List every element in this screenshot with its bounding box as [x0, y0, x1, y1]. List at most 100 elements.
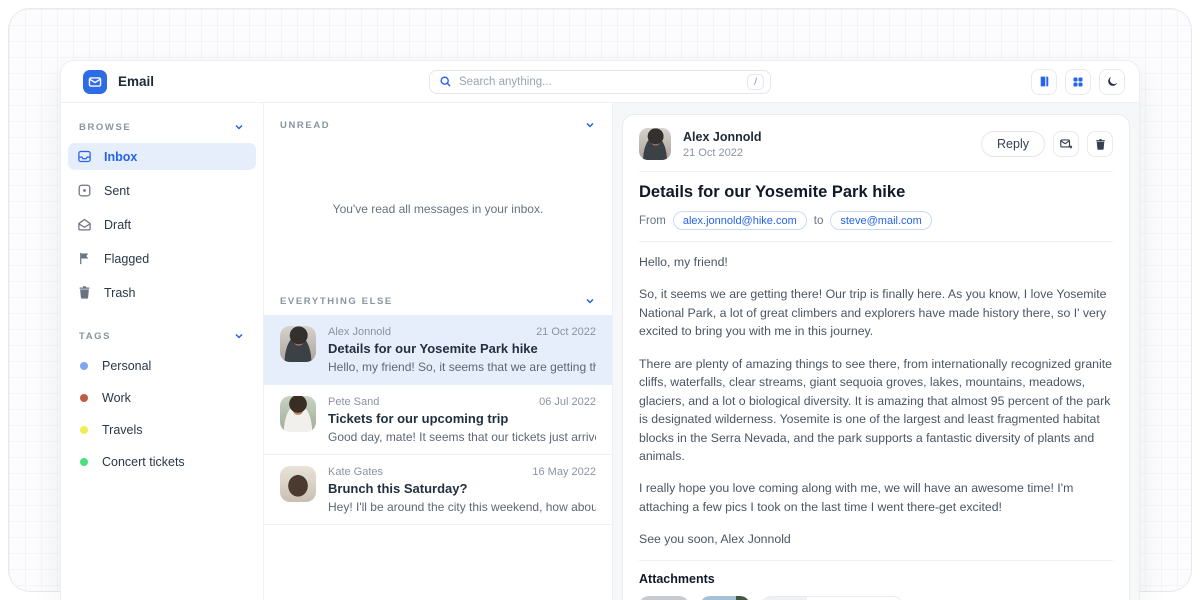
tag-label: Travels: [102, 423, 143, 437]
sidebar-item-trash[interactable]: Trash: [68, 279, 256, 306]
avatar: [280, 466, 316, 502]
unread-empty-text: You've read all messages in your inbox.: [333, 202, 544, 216]
to-label: to: [814, 215, 824, 227]
email-item-body: Pete Sand 06 Jul 2022 Tickets for our up…: [328, 396, 596, 444]
detail-date: 21 Oct 2022: [683, 147, 761, 159]
email-app-window: Email Search anything... /: [60, 60, 1140, 600]
search-input[interactable]: Search anything... /: [429, 70, 771, 94]
email-preview: Hello, my friend! So, it seems that we a…: [328, 360, 596, 374]
forward-button[interactable]: [1053, 131, 1079, 157]
app-header: Email Search anything... /: [61, 61, 1139, 103]
app-logo: [83, 70, 107, 94]
email-subject: Tickets for our upcoming trip: [328, 411, 596, 426]
email-preview: Hey! I'll be around the city this weeken…: [328, 500, 596, 514]
tag-color-dot: [80, 426, 88, 434]
apps-grid-icon: [1072, 76, 1084, 88]
tag-item-work[interactable]: Work: [77, 384, 247, 411]
email-date: 21 Oct 2022: [536, 326, 596, 338]
to-email-chip[interactable]: steve@mail.com: [830, 211, 931, 230]
unread-label: UNREAD: [280, 120, 330, 131]
notebook-button[interactable]: [1031, 69, 1057, 95]
tag-item-personal[interactable]: Personal: [77, 352, 247, 379]
tag-label: Work: [102, 391, 131, 405]
tag-color-dot: [80, 362, 88, 370]
body-paragraph: I really hope you love coming along with…: [639, 479, 1113, 516]
from-to-row: From alex.jonnold@hike.com to steve@mail…: [639, 211, 1113, 230]
sidebar-item-sent[interactable]: Sent: [68, 177, 256, 204]
trash-icon: [1094, 138, 1107, 151]
avatar: [280, 396, 316, 432]
email-sender: Pete Sand: [328, 396, 379, 408]
unread-empty-state: You've read all messages in your inbox.: [264, 139, 612, 279]
inbox-icon: [77, 149, 92, 164]
app-main: BROWSE Inbox Sent: [61, 103, 1139, 600]
message-list-column: UNREAD You've read all messages in your …: [263, 103, 613, 600]
tags-label: TAGS: [79, 331, 111, 342]
email-date: 06 Jul 2022: [539, 396, 596, 408]
email-preview: Good day, mate! It seems that our ticket…: [328, 430, 596, 444]
email-item-body: Kate Gates 16 May 2022 Brunch this Satur…: [328, 466, 596, 514]
attachments-label: Attachments: [639, 572, 1113, 586]
from-email-chip[interactable]: alex.jonnold@hike.com: [673, 211, 807, 230]
tags-section-header: TAGS: [79, 330, 245, 342]
divider: [639, 241, 1113, 242]
email-list-item[interactable]: Kate Gates 16 May 2022 Brunch this Satur…: [264, 455, 612, 525]
dark-mode-button[interactable]: [1099, 69, 1125, 95]
sidebar: BROWSE Inbox Sent: [61, 103, 263, 600]
unread-section-header: UNREAD: [264, 103, 612, 139]
app-title: Email: [118, 74, 154, 89]
divider: [639, 560, 1113, 561]
notebook-icon: [1038, 75, 1051, 88]
sidebar-item-draft[interactable]: Draft: [68, 211, 256, 238]
sidebar-item-flagged[interactable]: Flagged: [68, 245, 256, 272]
apps-grid-button[interactable]: [1065, 69, 1091, 95]
email-detail-card: Alex Jonnold 21 Oct 2022 Reply: [622, 114, 1130, 600]
detail-sender-block: Alex Jonnold 21 Oct 2022: [683, 130, 761, 159]
from-label: From: [639, 215, 666, 227]
tag-color-dot: [80, 394, 88, 402]
sidebar-item-label: Draft: [104, 218, 131, 232]
attachment-photo-halfdome[interactable]: [700, 596, 750, 600]
tag-label: Concert tickets: [102, 455, 185, 469]
everything-else-label: EVERYTHING ELSE: [280, 296, 393, 307]
search-icon: [439, 75, 452, 88]
browse-section-header: BROWSE: [79, 121, 245, 133]
body-paragraph: So, it seems we are getting there! Our t…: [639, 285, 1113, 340]
sidebar-item-label: Sent: [104, 184, 130, 198]
email-list-item-selected[interactable]: Alex Jonnold 21 Oct 2022 Details for our…: [264, 315, 612, 385]
chevron-down-icon[interactable]: [233, 330, 245, 342]
email-date: 16 May 2022: [532, 466, 596, 478]
reply-button[interactable]: Reply: [981, 131, 1045, 157]
open-envelope-icon: [77, 217, 92, 232]
chevron-down-icon[interactable]: [233, 121, 245, 133]
email-item-body: Alex Jonnold 21 Oct 2022 Details for our…: [328, 326, 596, 374]
everything-else-section-header: EVERYTHING ELSE: [264, 279, 612, 315]
flag-icon: [77, 251, 92, 266]
search-placeholder: Search anything...: [459, 76, 747, 88]
attachment-photo-valley[interactable]: [639, 596, 689, 600]
email-sender: Kate Gates: [328, 466, 383, 478]
tag-color-dot: [80, 458, 88, 466]
detail-subject: Details for our Yosemite Park hike: [639, 183, 1113, 202]
body-paragraph: Hello, my friend!: [639, 253, 1113, 271]
body-paragraph: See you soon, Alex Jonnold: [639, 530, 1113, 548]
chevron-down-icon[interactable]: [584, 119, 596, 131]
email-list-item[interactable]: Pete Sand 06 Jul 2022 Tickets for our up…: [264, 385, 612, 455]
detail-sender-name: Alex Jonnold: [683, 130, 761, 144]
search-shortcut-key: /: [747, 74, 764, 90]
sidebar-item-inbox[interactable]: Inbox: [68, 143, 256, 170]
detail-header: Alex Jonnold 21 Oct 2022 Reply: [639, 128, 1113, 160]
body-paragraph: There are plenty of amazing things to se…: [639, 355, 1113, 466]
detail-actions: Reply: [981, 131, 1113, 157]
email-subject: Details for our Yosemite Park hike: [328, 341, 596, 356]
attachment-file-card[interactable]: videos-hike.zip 100 MB: [761, 596, 903, 600]
tag-item-concert-tickets[interactable]: Concert tickets: [77, 448, 247, 475]
sidebar-item-label: Trash: [104, 286, 136, 300]
envelope-forward-icon: [1059, 137, 1073, 151]
email-subject: Brunch this Saturday?: [328, 481, 596, 496]
chevron-down-icon[interactable]: [584, 295, 596, 307]
tags-section: TAGS Personal Work Travels: [77, 330, 247, 475]
delete-button[interactable]: [1087, 131, 1113, 157]
email-body: Hello, my friend! So, it seems we are ge…: [639, 253, 1113, 549]
tag-item-travels[interactable]: Travels: [77, 416, 247, 443]
